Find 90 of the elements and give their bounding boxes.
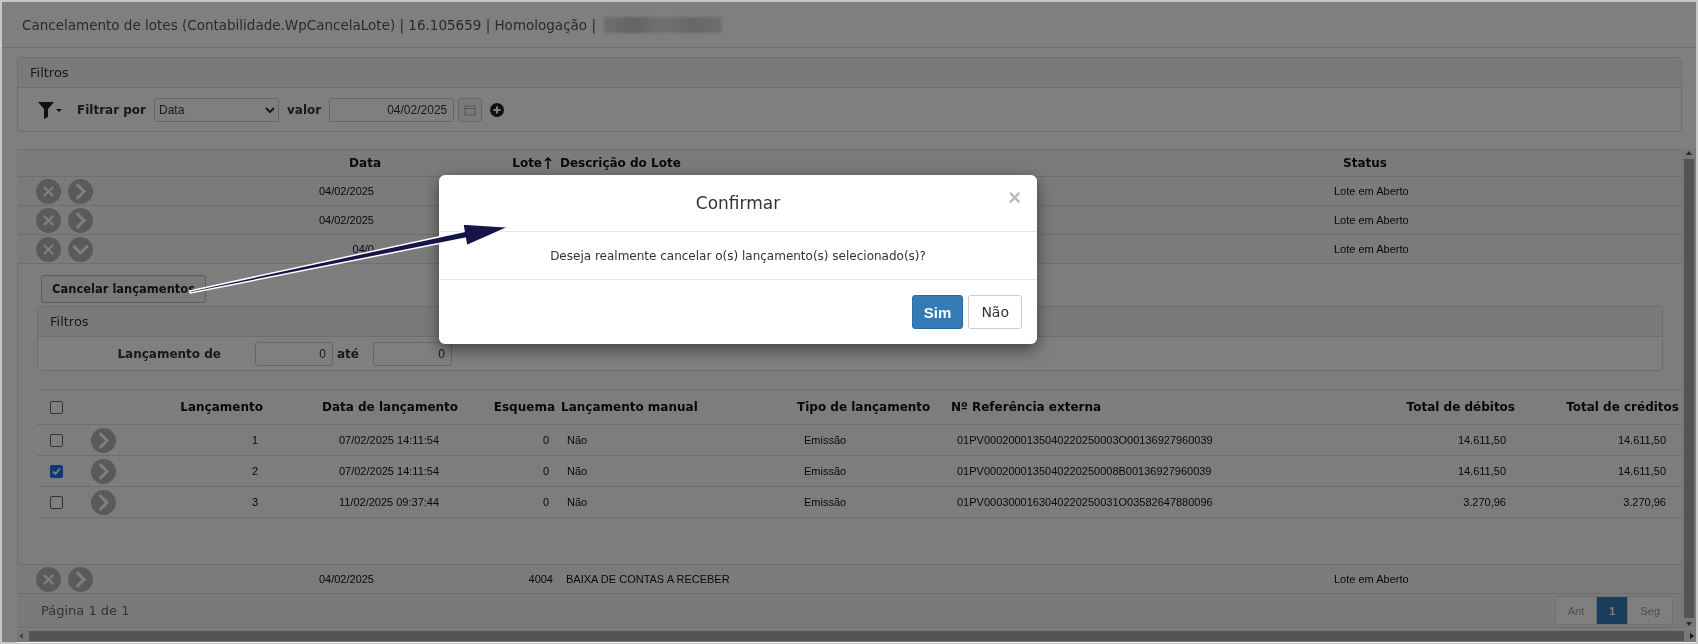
- table-cell: 01PV0003000163040220250031O03582647880096: [957, 496, 1213, 508]
- table-cell: 07/02/2025 14:11:54: [338, 465, 440, 477]
- table-cell: 3.270,96: [1623, 496, 1666, 508]
- table-cell: 2: [251, 465, 258, 477]
- table-cell: Lote em Aberto: [1334, 573, 1409, 585]
- table-cell: Lote em Aberto: [1334, 185, 1409, 197]
- table-cell: Emissão: [804, 496, 847, 508]
- column-header[interactable]: Total de débitos: [1406, 400, 1515, 414]
- x-circle-icon[interactable]: [36, 207, 61, 233]
- x-circle-icon[interactable]: [36, 236, 61, 262]
- table-cell: Lote em Aberto: [1334, 243, 1409, 255]
- sort-up-arrow-icon[interactable]: [544, 157, 552, 169]
- table-cell: Lote em Aberto: [1334, 214, 1409, 226]
- chevron-right-circle-icon[interactable]: [91, 489, 116, 515]
- to-label: até: [337, 346, 359, 361]
- horizontal-scrollbar[interactable]: [17, 629, 1696, 643]
- table-cell: 04/02/2025: [318, 185, 374, 197]
- check-icon: [52, 466, 61, 476]
- cancel-button[interactable]: Não: [968, 295, 1022, 329]
- table-cell: 04/02/2025: [318, 573, 374, 585]
- checkbox[interactable]: [50, 433, 63, 447]
- table-cell: 3: [251, 496, 258, 508]
- right-arrow-icon[interactable]: [1688, 632, 1696, 640]
- column-header[interactable]: Data: [349, 156, 381, 170]
- chevron-right-circle-icon[interactable]: [68, 207, 93, 233]
- table-cell: 0: [542, 496, 549, 508]
- table-cell: 1: [251, 434, 258, 446]
- chevron-right-circle-icon[interactable]: [68, 566, 93, 592]
- dialog-message: Deseja realmente cancelar o(s) lançamento(s) selecionado(s)?: [550, 248, 926, 263]
- column-header[interactable]: Data de lançamento: [321, 400, 459, 414]
- table-cell: 11/02/2025 09:37:44: [338, 496, 440, 508]
- chevron-right-circle-icon[interactable]: [68, 178, 93, 204]
- panel-title: Filtros: [50, 314, 89, 329]
- column-header[interactable]: Nº Referência externa: [951, 400, 1102, 414]
- filter-icon[interactable]: [37, 99, 63, 120]
- x-circle-icon[interactable]: [36, 566, 61, 592]
- table-cell: 4004: [528, 573, 553, 585]
- column-header[interactable]: Esquema: [493, 400, 555, 414]
- value-label: valor: [287, 102, 322, 117]
- table-cell: 14.611,50: [1617, 434, 1666, 446]
- to-field[interactable]: 0: [373, 341, 452, 366]
- table-cell: 3.270,96: [1463, 496, 1506, 508]
- table-cell: Não: [567, 434, 588, 446]
- checkbox[interactable]: [50, 400, 63, 414]
- calendar-icon: [464, 103, 477, 116]
- column-header[interactable]: Tipo de lançamento: [797, 400, 931, 414]
- table-cell: 07/02/2025 14:11:54: [338, 434, 440, 446]
- table-cell: BAIXA DE CONTAS A RECEBER: [566, 573, 730, 585]
- x-circle-icon[interactable]: [36, 178, 61, 204]
- chevron-down-circle-icon[interactable]: [68, 236, 93, 262]
- confirm-button[interactable]: Sim: [911, 295, 964, 329]
- page-button[interactable]: 1: [1596, 597, 1628, 624]
- table-cell: 04/02/2025: [318, 214, 374, 226]
- table-cell: Não: [567, 496, 588, 508]
- table-cell: 01PV0002000135040220250003O00136927960039: [957, 434, 1213, 446]
- vertical-scrollbar[interactable]: [1682, 149, 1696, 628]
- table-cell: Emissão: [804, 465, 847, 477]
- column-header[interactable]: Lançamento manual: [561, 400, 698, 414]
- from-field[interactable]: 0: [255, 341, 333, 366]
- from-label: Lançamento de: [116, 346, 221, 361]
- column-header[interactable]: Lote: [512, 156, 542, 170]
- column-header[interactable]: Lançamento: [180, 400, 263, 414]
- table-cell: 14.611,50: [1457, 434, 1506, 446]
- page-info: Página 1 de 1: [41, 603, 131, 618]
- left-arrow-icon[interactable]: [17, 632, 25, 640]
- add-icon[interactable]: [490, 102, 505, 117]
- table-cell: 14.611,50: [1457, 465, 1506, 477]
- table-cell: 01PV0002000135040220250008B00136927960039: [957, 465, 1212, 477]
- table-cell: Emissão: [804, 434, 847, 446]
- down-arrow-icon[interactable]: [1685, 620, 1693, 628]
- calendar-button[interactable]: [458, 97, 483, 122]
- checkbox[interactable]: [50, 464, 63, 478]
- chevron-right-circle-icon[interactable]: [91, 427, 116, 453]
- filter-label: Filtrar por: [77, 102, 147, 117]
- table-cell: Não: [567, 465, 588, 477]
- window-title: Cancelamento de lotes (Contabilidade.WpCancelaLote) | 16.105659 | Homologação |: [22, 16, 596, 33]
- column-header[interactable]: Total de créditos: [1566, 400, 1679, 414]
- dialog-title: Confirmar: [695, 193, 781, 213]
- checkbox[interactable]: [50, 495, 63, 509]
- table-cell: 0: [542, 465, 549, 477]
- column-header[interactable]: Descrição do Lote: [560, 156, 681, 170]
- filter-select[interactable]: Data: [154, 97, 280, 122]
- date-field[interactable]: 04/02/2025: [329, 97, 455, 122]
- up-arrow-icon[interactable]: [1685, 149, 1693, 157]
- cancel-entries-button[interactable]: Cancelar lançamentos: [41, 275, 207, 303]
- table-cell: 14.611,50: [1617, 465, 1666, 477]
- panel-title: Filtros: [30, 65, 69, 80]
- column-header[interactable]: Status: [1343, 156, 1387, 170]
- table-cell: 0: [542, 434, 549, 446]
- chevron-right-circle-icon[interactable]: [91, 458, 116, 484]
